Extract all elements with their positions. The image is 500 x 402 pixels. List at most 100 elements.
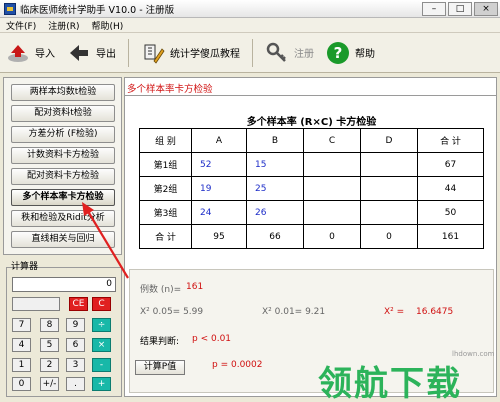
header-cell: 组 别 <box>139 128 192 153</box>
calc-key-1[interactable]: 1 <box>12 358 31 372</box>
table-cell-input[interactable]: 26 <box>246 200 304 225</box>
table-row: 第3组 24 26 50 <box>139 200 484 225</box>
import-button[interactable]: 导入 <box>0 37 61 69</box>
row-label: 第2组 <box>139 176 192 201</box>
nav-anova[interactable]: 方差分析 (F检验) <box>11 126 115 143</box>
table-cell-input[interactable] <box>303 152 361 177</box>
nav-panel: 两样本均数t检验 配对资料t检验 方差分析 (F检验) 计数资料卡方检验 配对资… <box>3 77 122 255</box>
column-total: 0 <box>303 224 361 249</box>
maximize-button[interactable]: □ <box>448 2 472 16</box>
calc-key-3[interactable]: 3 <box>66 358 85 372</box>
calculate-p-button[interactable]: 计算P值 <box>135 360 185 375</box>
calculator-label: 计算器 <box>11 262 39 272</box>
calc-key-blank <box>12 297 60 311</box>
panel-title-divider <box>125 95 496 96</box>
tutorial-label: 统计学傻瓜教程 <box>170 49 240 60</box>
calc-key-4[interactable]: 4 <box>12 338 31 352</box>
column-total: 0 <box>360 224 418 249</box>
watermark-logo: 领航下载 <box>318 364 462 402</box>
column-total: 66 <box>246 224 304 249</box>
help-button[interactable]: ? 帮助 <box>320 37 381 69</box>
row-total: 44 <box>417 176 484 201</box>
header-cell: D <box>360 128 418 153</box>
toolbar-separator <box>128 38 129 67</box>
help-label: 帮助 <box>355 49 375 60</box>
table-cell-input[interactable] <box>360 176 418 201</box>
header-cell: C <box>303 128 361 153</box>
table-cell-input[interactable]: 15 <box>246 152 304 177</box>
nav-multi-rate-chi-square[interactable]: 多个样本率卡方检验 <box>11 189 115 206</box>
calc-key-5[interactable]: 5 <box>40 338 59 352</box>
table-cell-input[interactable] <box>360 152 418 177</box>
row-label: 第3组 <box>139 200 192 225</box>
row-total: 50 <box>417 200 484 225</box>
header-cell: A <box>191 128 247 153</box>
calc-key-0[interactable]: 0 <box>12 377 31 391</box>
register-button[interactable]: 注册 <box>259 37 320 69</box>
table-cell-input[interactable]: 19 <box>191 176 247 201</box>
nav-rank-sum-ridit[interactable]: 秩和检验及Ridit分析 <box>11 210 115 227</box>
nav-correlation-regression[interactable]: 直线相关与回归 <box>11 231 115 248</box>
header-cell: 合 计 <box>417 128 484 153</box>
result-label: 结果判断: <box>140 337 180 347</box>
calc-key-sign[interactable]: +/- <box>40 377 59 391</box>
table-cell-input[interactable] <box>303 200 361 225</box>
calc-key-7[interactable]: 7 <box>12 318 31 332</box>
column-total: 95 <box>191 224 247 249</box>
calc-key-9[interactable]: 9 <box>66 318 85 332</box>
chi-critical-001: X² 0.01= 9.21 <box>262 307 326 317</box>
export-icon <box>70 44 88 61</box>
calc-key-c[interactable]: C <box>92 297 111 311</box>
menu-help[interactable]: 帮助(H) <box>85 19 129 32</box>
panel-title: 多个样本率卡方检验 <box>127 84 213 95</box>
row-label: 合 计 <box>139 224 192 249</box>
chi-square-label: X² = <box>384 307 405 317</box>
close-button[interactable]: × <box>474 2 498 16</box>
table-cell-input[interactable] <box>360 200 418 225</box>
nav-two-sample-t-test[interactable]: 两样本均数t检验 <box>11 84 115 101</box>
menu-file[interactable]: 文件(F) <box>0 19 42 32</box>
table-cell-input[interactable]: 24 <box>191 200 247 225</box>
import-icon <box>8 44 28 62</box>
table-cell-input[interactable] <box>303 176 361 201</box>
nav-paired-chi-square[interactable]: 配对资料卡方检验 <box>11 168 115 185</box>
table-cell-input[interactable]: 52 <box>191 152 247 177</box>
calc-key-minus[interactable]: - <box>92 358 111 372</box>
window-title: 临床医师统计学助手 V10.0 - 注册版 <box>20 4 175 16</box>
result-value: p < 0.01 <box>192 334 232 344</box>
table-row: 第1组 52 15 67 <box>139 152 484 177</box>
app-icon <box>4 2 16 15</box>
table-cell-input[interactable]: 25 <box>246 176 304 201</box>
calc-key-multiply[interactable]: × <box>92 338 111 352</box>
menu-register[interactable]: 注册(R) <box>42 19 85 32</box>
row-total: 67 <box>417 152 484 177</box>
export-label: 导出 <box>96 49 116 60</box>
table-row: 第2组 19 25 44 <box>139 176 484 201</box>
title-bar: 临床医师统计学助手 V10.0 - 注册版 – □ × <box>0 0 500 18</box>
calculator: 计算器 0 CE C 7 8 9 ÷ 4 5 6 × 1 2 3 - 0 +/-… <box>3 259 122 397</box>
calc-key-ce[interactable]: CE <box>69 297 88 311</box>
register-label: 注册 <box>294 49 314 60</box>
export-button[interactable]: 导出 <box>61 37 122 69</box>
calc-key-8[interactable]: 8 <box>40 318 59 332</box>
calc-key-decimal[interactable]: . <box>66 377 85 391</box>
import-label: 导入 <box>35 49 55 60</box>
key-icon <box>266 42 286 62</box>
help-icon: ? <box>327 41 349 64</box>
nav-paired-t-test[interactable]: 配对资料t检验 <box>11 105 115 122</box>
nav-count-chi-square[interactable]: 计数资料卡方检验 <box>11 147 115 164</box>
content-panel: 多个样本率卡方检验 多个样本率 (R×C) 卡方检验 组 别 A B C D 合… <box>124 77 497 397</box>
calc-key-2[interactable]: 2 <box>40 358 59 372</box>
calc-key-divide[interactable]: ÷ <box>92 318 111 332</box>
minimize-button[interactable]: – <box>422 2 446 16</box>
grand-total: 161 <box>417 224 484 249</box>
table-title: 多个样本率 (R×C) 卡方检验 <box>246 117 377 128</box>
sample-size-label: 例数 (n)= <box>140 285 182 295</box>
toolbar-separator <box>252 38 253 67</box>
menu-bar: 文件(F) 注册(R) 帮助(H) <box>0 18 500 33</box>
tutorial-button[interactable]: 统计学傻瓜教程 <box>135 37 246 69</box>
tutorial-icon <box>144 44 165 64</box>
calc-key-plus[interactable]: + <box>92 377 111 391</box>
calc-key-6[interactable]: 6 <box>66 338 85 352</box>
svg-text:?: ? <box>334 44 343 62</box>
